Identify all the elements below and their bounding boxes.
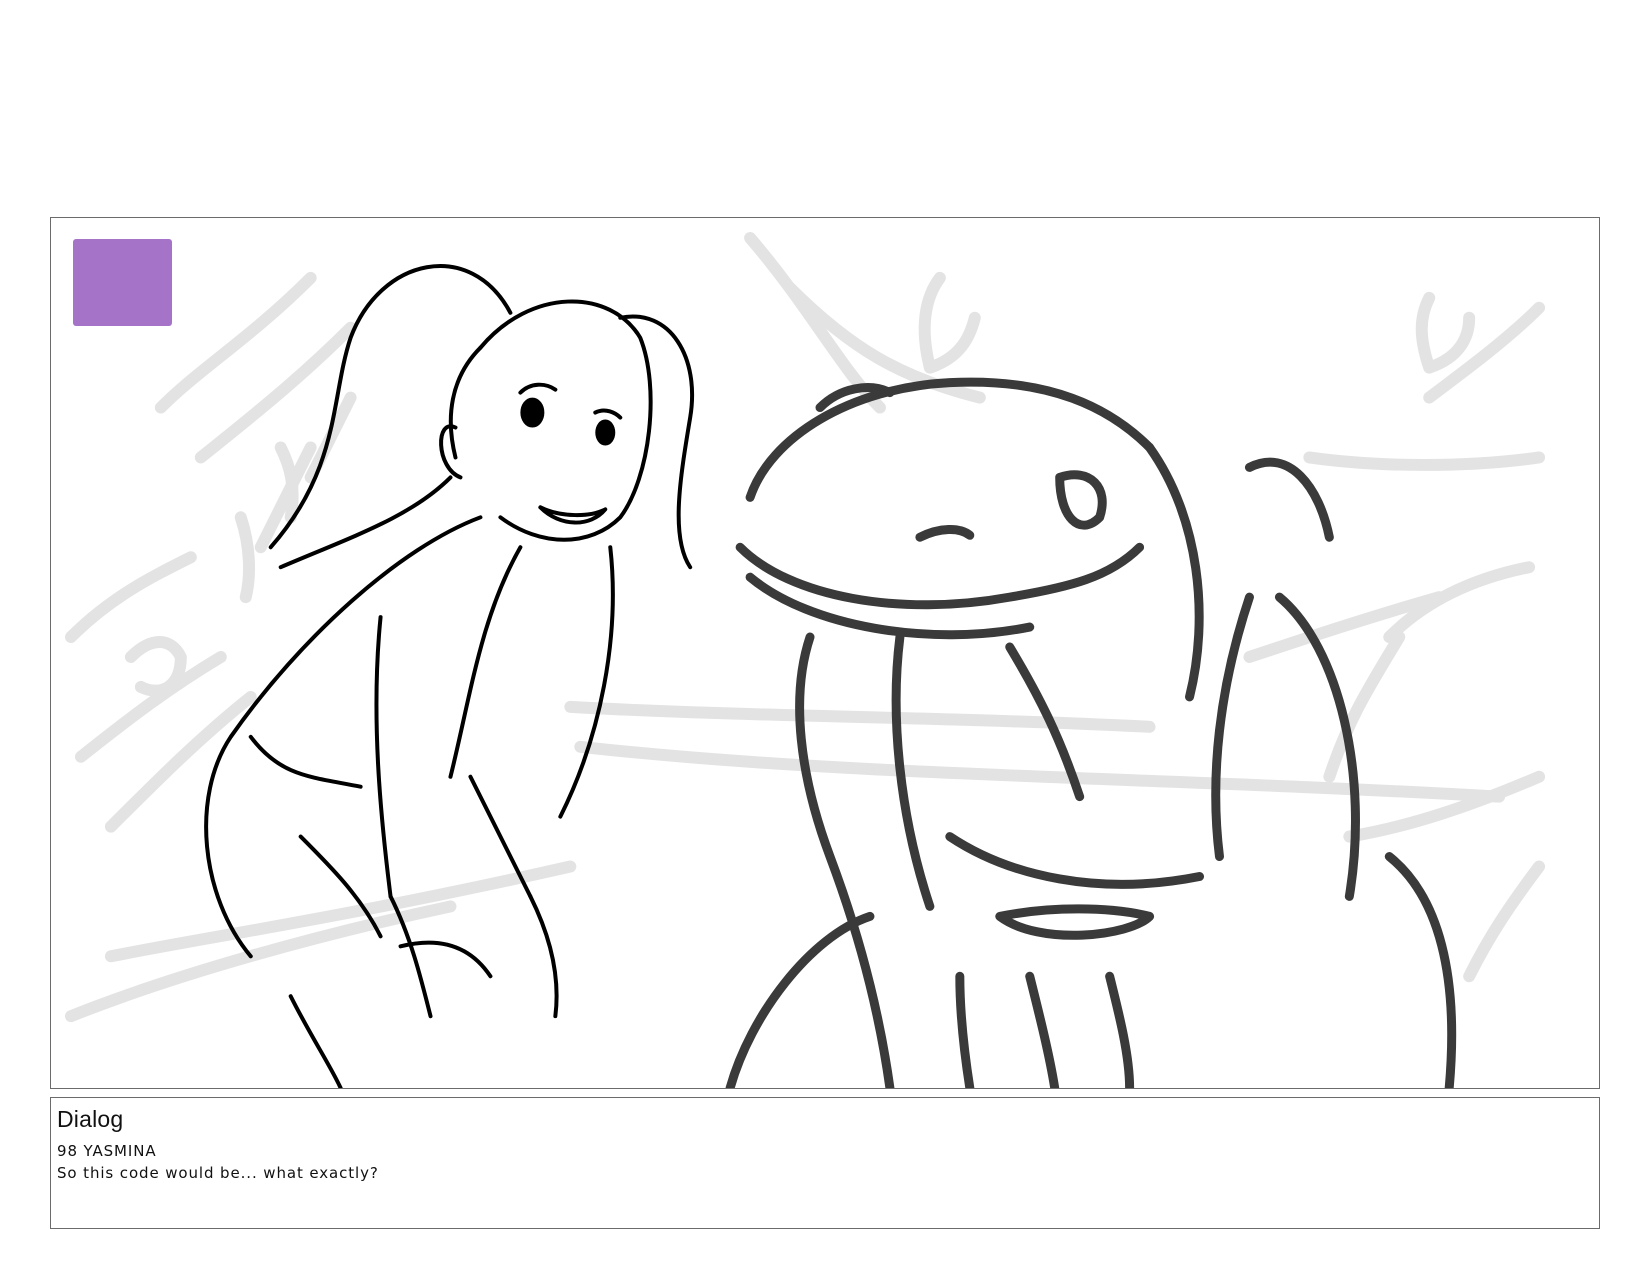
reptile-creature: [725, 377, 1457, 1088]
dialog-speaker-line: 98 YASMINA: [57, 1142, 157, 1160]
panel-drawing: [64, 231, 1546, 1088]
panel-color-marker: [73, 239, 172, 326]
background-sketch: [64, 231, 1546, 1023]
storyboard-page: Dialog 98 YASMINA So this code would be.…: [0, 0, 1650, 1275]
storyboard-panel: [50, 217, 1600, 1089]
dialog-heading: Dialog: [57, 1106, 124, 1132]
dialog-box: Dialog 98 YASMINA So this code would be.…: [50, 1097, 1600, 1229]
dialog-text: So this code would be... what exactly?: [57, 1164, 379, 1182]
